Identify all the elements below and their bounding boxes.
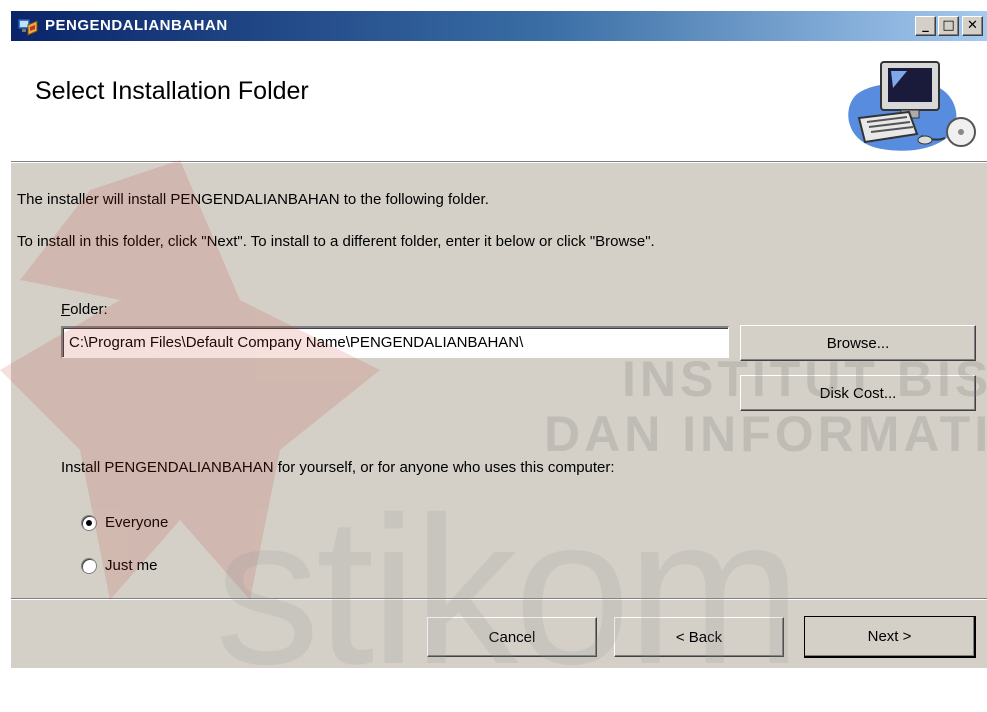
maximize-button[interactable]: □ <box>938 16 959 36</box>
header-banner: Select Installation Folder <box>11 41 987 161</box>
browse-button[interactable]: Browse... <box>740 325 976 361</box>
computer-setup-icon <box>848 61 976 151</box>
folder-path-input[interactable] <box>61 326 729 358</box>
radio-button-just-me[interactable] <box>81 558 97 574</box>
install-description: The installer will install PENGENDALIANB… <box>17 191 489 208</box>
installer-window: PENGENDALIANBAHAN _ □ ✕ Select Installat… <box>10 10 987 668</box>
title-bar[interactable]: PENGENDALIANBAHAN _ □ ✕ <box>11 11 987 41</box>
radio-label-just-me: Just me <box>105 557 158 574</box>
radio-everyone[interactable]: Everyone <box>81 513 261 533</box>
header-divider <box>11 161 987 163</box>
install-scope-prompt: Install PENGENDALIANBAHAN for yourself, … <box>61 459 615 476</box>
window-title: PENGENDALIANBAHAN <box>45 17 228 34</box>
minimize-button[interactable]: _ <box>915 16 936 36</box>
disk-cost-button[interactable]: Disk Cost... <box>740 375 976 411</box>
back-button[interactable]: < Back <box>614 617 784 657</box>
installer-app-icon <box>17 18 38 36</box>
close-button[interactable]: ✕ <box>962 16 983 36</box>
next-button[interactable]: Next > <box>804 616 976 658</box>
radio-just-me[interactable]: Just me <box>81 556 261 576</box>
install-instructions: To install in this folder, click "Next".… <box>17 233 655 250</box>
folder-label-accelerator: F <box>61 301 71 318</box>
page-title: Select Installation Folder <box>35 77 309 105</box>
folder-label: Folder: <box>61 301 108 318</box>
cancel-button[interactable]: Cancel <box>427 617 597 657</box>
radio-button-everyone[interactable] <box>81 515 97 531</box>
folder-label-text: older: <box>70 301 108 318</box>
radio-label-everyone: Everyone <box>105 514 169 531</box>
footer-divider <box>11 598 987 600</box>
